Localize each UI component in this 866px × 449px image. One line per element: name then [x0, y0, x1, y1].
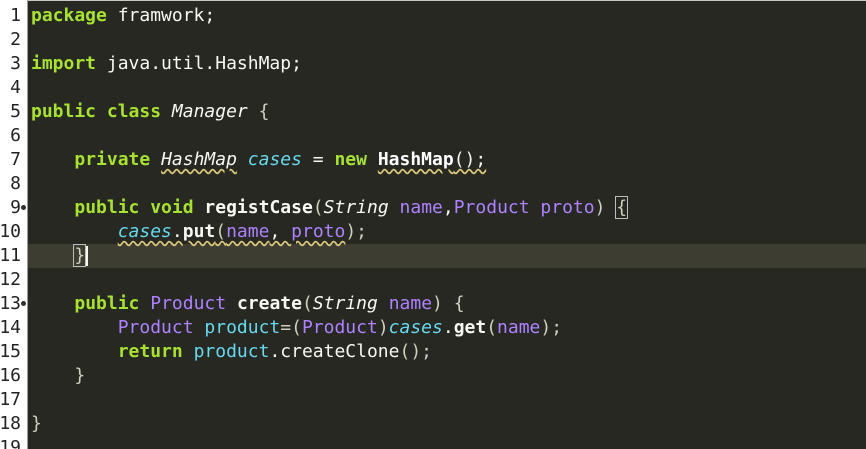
code-line: cases.put(name, proto); — [31, 220, 367, 244]
param-name: name — [226, 221, 270, 242]
type-name: String — [312, 293, 378, 314]
code-line: } — [31, 244, 89, 268]
class-name: HashMap — [377, 149, 454, 170]
line-number: 14 — [0, 317, 21, 338]
code-line: private HashMap cases = new HashMap(); — [31, 148, 486, 172]
line-number-gutter[interactable]: 1 2 3 4 5 6 7 8 9 10 11 12 13 14 15 16 1… — [0, 0, 28, 449]
line-number: 12 — [0, 269, 21, 290]
line-number: 13 — [0, 293, 21, 314]
code-text: { — [442, 293, 465, 314]
param-name: proto — [291, 221, 346, 242]
code-line: import java.util.HashMap; — [31, 52, 302, 76]
code-text: ); — [345, 221, 368, 242]
code-editor[interactable]: 1 2 3 4 5 6 7 8 9 10 11 12 13 14 15 16 1… — [0, 0, 866, 449]
line-number: 18 — [0, 413, 21, 434]
code-text: java.util.HashMap; — [96, 53, 302, 74]
class-name: Product — [117, 317, 194, 338]
keyword: private — [74, 149, 151, 170]
line-number: 5 — [10, 101, 21, 122]
param-name: name — [388, 293, 433, 314]
class-name: Product — [453, 197, 530, 218]
code-text: = — [301, 149, 335, 170]
keyword: return — [117, 341, 183, 362]
code-text: ( — [301, 293, 313, 314]
keyword: public class — [31, 101, 162, 122]
variable-name: product — [193, 341, 270, 362]
keyword: import — [31, 53, 97, 74]
code-text: ( — [486, 317, 498, 338]
method-name: registCase — [204, 197, 313, 218]
matched-brace: } — [73, 244, 87, 267]
code-text: } — [31, 413, 42, 434]
fold-toggle-icon[interactable] — [21, 301, 26, 306]
line-number: 8 — [10, 173, 21, 194]
code-text: framwork; — [106, 5, 216, 26]
code-text: , — [269, 221, 292, 242]
line-number: 2 — [10, 29, 21, 50]
code-text: . — [442, 317, 454, 338]
line-number: 19 — [0, 437, 21, 449]
param-name: name — [497, 317, 541, 338]
line-number: 3 — [10, 53, 21, 74]
method-name: put — [182, 221, 216, 242]
code-text: (); — [453, 149, 487, 170]
field-name: cases — [388, 317, 443, 338]
param-name: name — [399, 197, 443, 218]
code-line: } — [31, 412, 42, 436]
line-number: 17 — [0, 389, 21, 410]
field-name: cases — [247, 149, 302, 170]
keyword: public void — [74, 197, 194, 218]
code-line: return product.createClone(); — [31, 340, 432, 364]
current-line-highlight — [28, 244, 866, 268]
code-text: ) — [594, 197, 606, 218]
line-number: 7 — [10, 149, 21, 170]
line-number: 4 — [10, 77, 21, 98]
code-text: . — [171, 221, 183, 242]
code-text: ( — [215, 221, 227, 242]
code-text: (); — [399, 341, 432, 362]
line-number: 11 — [0, 245, 21, 266]
code-text: } — [74, 365, 86, 386]
line-number: 1 — [10, 5, 21, 26]
text-cursor — [86, 246, 89, 266]
code-text: ( — [312, 197, 324, 218]
param-name: proto — [540, 197, 595, 218]
code-text: =( — [280, 317, 302, 338]
line-number: 15 — [0, 341, 21, 362]
matched-brace: { — [615, 196, 629, 219]
code-line: public Product create(String name) { — [31, 292, 465, 316]
code-text: .createClone — [269, 341, 400, 362]
code-line: public class Manager { — [31, 100, 269, 124]
code-text: { — [247, 101, 270, 122]
class-name: Product — [301, 317, 378, 338]
line-number: 16 — [0, 365, 21, 386]
line-number: 9 — [10, 197, 21, 218]
method-name: create — [236, 293, 302, 314]
fold-toggle-icon[interactable] — [21, 205, 26, 210]
code-line: public void registCase(String name,Produ… — [31, 196, 629, 220]
code-text: ); — [540, 317, 563, 338]
class-name: Product — [150, 293, 227, 314]
class-name: Manager — [171, 101, 248, 122]
code-line: package framwork; — [31, 4, 215, 28]
code-text-area[interactable]: package framwork; import java.util.HashM… — [28, 0, 866, 449]
field-name: cases — [117, 221, 172, 242]
line-number: 10 — [0, 221, 21, 242]
type-name: HashMap — [161, 149, 237, 170]
type-name: String — [323, 197, 389, 218]
method-name: get — [453, 317, 487, 338]
code-line: Product product=(Product)cases.get(name)… — [31, 316, 562, 340]
line-number: 6 — [10, 125, 21, 146]
code-text: ) — [377, 317, 389, 338]
keyword: package — [31, 5, 107, 26]
keyword: new — [334, 149, 367, 170]
code-line: } — [31, 364, 85, 388]
code-text: , — [442, 197, 454, 218]
keyword: public — [74, 293, 140, 314]
code-text: ) — [432, 293, 443, 314]
variable-name: product — [204, 317, 281, 338]
